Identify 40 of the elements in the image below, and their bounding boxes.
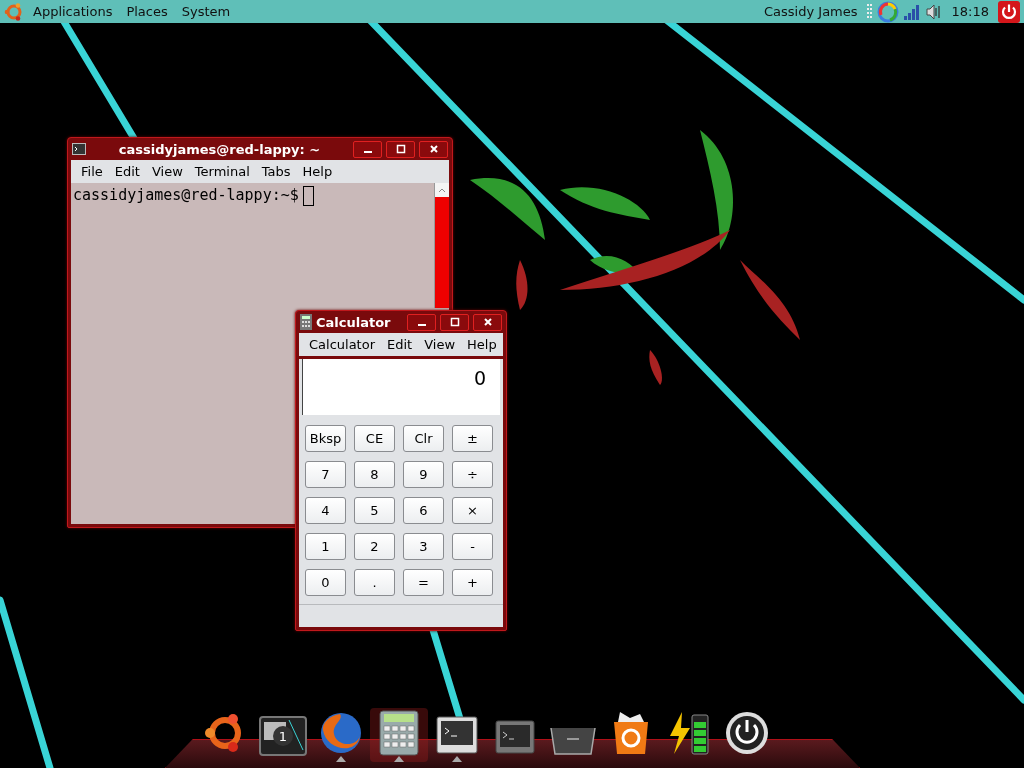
calculator-key[interactable]: 0	[305, 569, 346, 596]
calculator-key[interactable]: CE	[354, 425, 395, 452]
calculator-key[interactable]: 5	[354, 497, 395, 524]
calculator-key[interactable]: ÷	[452, 461, 493, 488]
calculator-key[interactable]: 9	[403, 461, 444, 488]
calculator-key[interactable]: -	[452, 533, 493, 560]
user-name[interactable]: Cassidy James	[759, 2, 863, 21]
menu-item[interactable]: View	[145, 163, 189, 180]
panel-menu[interactable]: Places	[121, 2, 173, 21]
panel-menu[interactable]: Applications	[28, 2, 118, 21]
menu-item[interactable]: File	[75, 163, 109, 180]
calculator-key[interactable]: Bksp	[305, 425, 346, 452]
calculator-key[interactable]: 4	[305, 497, 346, 524]
menu-item[interactable]: Edit	[108, 163, 146, 180]
menu-item[interactable]: Help	[461, 336, 503, 353]
panel-menu[interactable]: System	[176, 2, 236, 21]
window-title: Calculator	[316, 314, 392, 330]
menu-item[interactable]: Terminal	[188, 163, 256, 180]
menu-item[interactable]: Calculator	[303, 336, 381, 353]
window-title: cassidyjames@red-lappy: ~	[117, 141, 322, 157]
calculator-key[interactable]: 7	[305, 461, 346, 488]
calculator-key[interactable]: .	[354, 569, 395, 596]
display-field[interactable]: 0	[302, 359, 500, 415]
menu-item[interactable]: Help	[296, 163, 339, 180]
shell-prompt: cassidyjames@red-lappy:~$	[73, 186, 299, 204]
menu-item[interactable]: Edit	[381, 336, 419, 353]
calculator-key[interactable]: 2	[354, 533, 395, 560]
calculator-key[interactable]: 3	[403, 533, 444, 560]
clock[interactable]: 18:18	[946, 2, 994, 21]
calculator-key[interactable]: =	[403, 569, 444, 596]
calculator-key[interactable]: ±	[452, 425, 493, 452]
calculator-key[interactable]: ×	[452, 497, 493, 524]
menu-item[interactable]: Tabs	[255, 163, 297, 180]
calculator-key[interactable]: Clr	[403, 425, 444, 452]
dock-item[interactable]: 1	[254, 708, 312, 762]
calculator-key[interactable]: +	[452, 569, 493, 596]
menu-item[interactable]: View	[418, 336, 462, 353]
calculator-key[interactable]: 8	[354, 461, 395, 488]
calculator-key[interactable]: 6	[403, 497, 444, 524]
calculator-key[interactable]: 1	[305, 533, 346, 560]
